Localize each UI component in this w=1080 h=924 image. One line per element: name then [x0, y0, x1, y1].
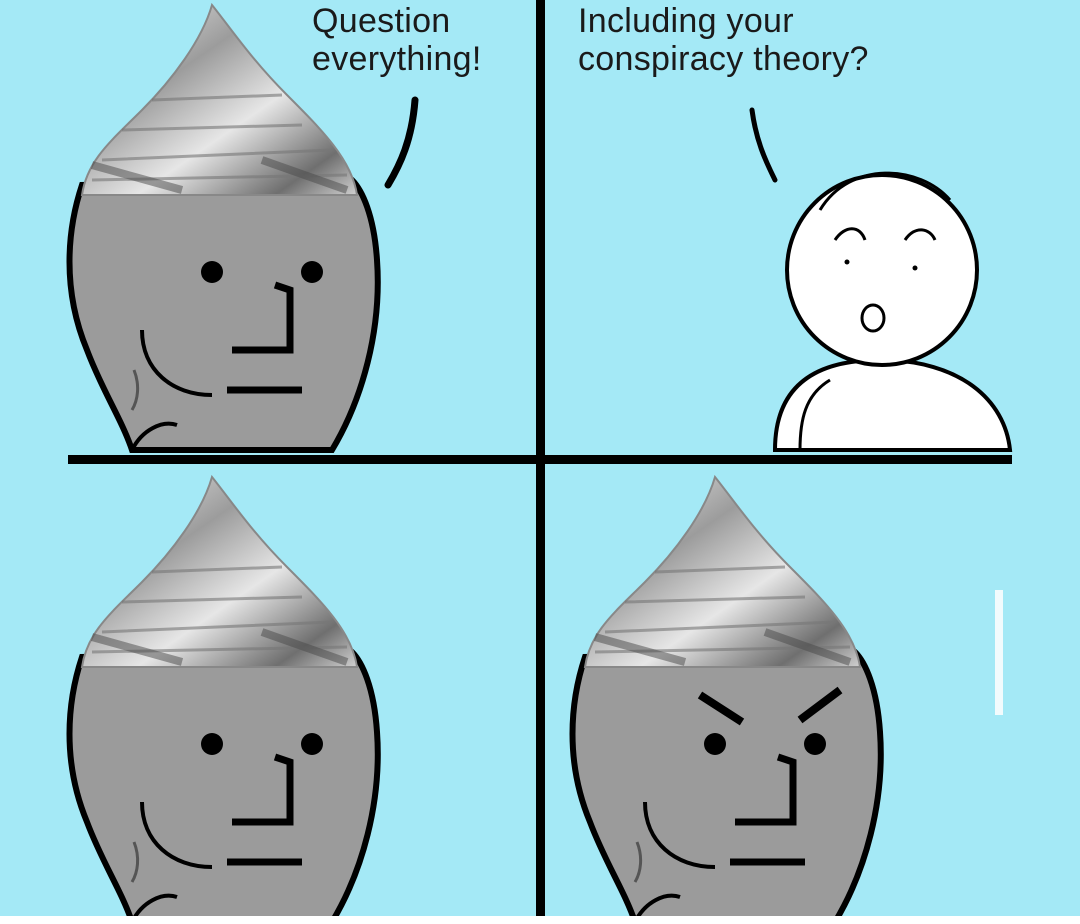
speech-top-right: Including your conspiracy theory? — [578, 2, 869, 78]
panel-bottom-right-character — [573, 477, 881, 922]
panel-top-right-questioner — [772, 171, 1013, 452]
horizontal-divider — [68, 455, 1012, 464]
speech-line: everything! — [312, 40, 482, 78]
speech-tail-right — [749, 107, 778, 183]
comic-artwork — [0, 0, 1080, 924]
right-highlight — [995, 590, 1003, 715]
speech-tail-left — [384, 96, 419, 189]
panel-bottom-left-character — [70, 477, 378, 922]
speech-top-left: Question everything! — [312, 2, 482, 78]
comic-meme: Question everything! Including your cons… — [0, 0, 1080, 924]
speech-line: Question — [312, 2, 451, 40]
speech-line: conspiracy theory? — [578, 40, 869, 78]
speech-line: Including your — [578, 2, 794, 40]
bottom-margin — [0, 916, 1080, 924]
